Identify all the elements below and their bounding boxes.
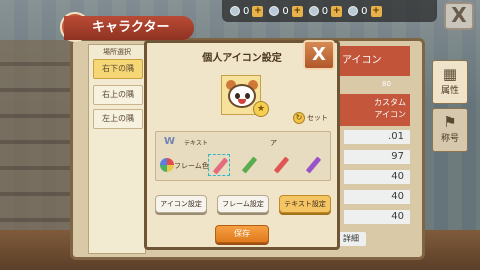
tab-attribute[interactable]: ▦ 属性	[432, 60, 468, 104]
color-settings: W テキスト ア フレーム色	[155, 131, 331, 181]
attribute-icon: ▦	[442, 65, 458, 83]
page-title: キャラクター	[64, 16, 194, 40]
resource-item: 0 +	[348, 5, 382, 17]
add-resource-button[interactable]: +	[291, 5, 303, 17]
text-style-icon: W	[164, 136, 176, 147]
save-button[interactable]: 保存	[215, 225, 269, 243]
tab-label: 称号	[440, 134, 459, 144]
frame-setting-button[interactable]: フレーム設定	[217, 195, 269, 213]
placement-bottom-right-button[interactable]: 右下の隅	[93, 59, 143, 79]
placement-panel: 場所選択 右下の隅 右上の隅 左上の隅	[88, 44, 146, 254]
text-setting-button[interactable]: テキスト設定	[279, 195, 331, 213]
resource-bar: 0 + 0 + 0 + 0 +	[222, 0, 437, 22]
avatar-face	[228, 84, 256, 108]
add-resource-button[interactable]: +	[331, 5, 343, 17]
add-resource-button[interactable]: +	[252, 5, 264, 17]
stat-row: 40	[344, 210, 410, 224]
resource-icon	[308, 6, 319, 16]
pencil-icon	[241, 156, 258, 174]
avatar-badge-icon: ★	[253, 101, 269, 117]
resource-icon	[348, 6, 359, 16]
detail-button[interactable]: 詳細	[336, 232, 366, 246]
stat-header-value: 80	[382, 80, 391, 88]
frame-color-green-button[interactable]	[238, 154, 260, 176]
resource-value: 0	[282, 5, 289, 17]
main-close-button[interactable]: X	[444, 2, 474, 30]
placement-top-right-button[interactable]: 右上の隅	[93, 85, 143, 105]
reset-button[interactable]: ↻ セット	[293, 111, 328, 125]
custom-icon-label[interactable]: カスタム アイコン	[336, 94, 410, 126]
resource-value: 0	[361, 5, 368, 17]
add-resource-button[interactable]: +	[370, 5, 382, 17]
icon-setting-button[interactable]: アイコン設定	[155, 195, 207, 213]
tab-icon[interactable]: アイコン	[336, 46, 410, 76]
pencil-icon	[212, 157, 229, 175]
placement-title: 場所選択	[103, 48, 131, 56]
resource-icon	[269, 6, 280, 16]
dialog-close-button[interactable]: X	[303, 40, 335, 70]
title-icon: ⚑	[443, 113, 457, 131]
stat-row: 40	[344, 190, 410, 204]
text-label: テキスト	[184, 140, 208, 147]
stat-row: .01	[344, 130, 410, 144]
stat-row: 40	[344, 170, 410, 184]
icon-settings-dialog: 個人アイコン設定 X ★ ↻ セット W テキスト ア フレーム色 アイコン設定…	[144, 40, 340, 250]
resource-value: 0	[321, 5, 329, 17]
resource-item: 0 +	[230, 5, 264, 17]
palette-icon	[160, 158, 174, 172]
pencil-icon	[273, 156, 290, 174]
resource-value: 0	[243, 5, 250, 17]
resource-icon	[230, 6, 240, 16]
avatar-mouth	[238, 99, 246, 104]
stat-row: 97	[344, 150, 410, 164]
frame-color-pink-button[interactable]	[208, 154, 230, 176]
character-stats-panel: アイコン 80 カスタム アイコン .01 97 40 40 40 詳細	[336, 46, 410, 246]
frame-color-label: フレーム色	[174, 162, 209, 170]
placement-top-left-button[interactable]: 左上の隅	[93, 109, 143, 129]
text-sample: ア	[270, 139, 277, 147]
resource-item: 0 +	[308, 5, 343, 17]
frame-color-purple-button[interactable]	[302, 154, 324, 176]
tab-label: 属性	[440, 86, 459, 96]
resource-item: 0 +	[269, 5, 303, 17]
tab-title[interactable]: ⚑ 称号	[432, 108, 468, 152]
pencil-icon	[305, 156, 322, 174]
custom-label-line: アイコン	[374, 110, 406, 119]
reset-icon: ↻	[293, 112, 305, 124]
reset-label: セット	[307, 114, 328, 122]
frame-color-red-button[interactable]	[270, 154, 292, 176]
custom-label-line: カスタム	[374, 98, 406, 107]
